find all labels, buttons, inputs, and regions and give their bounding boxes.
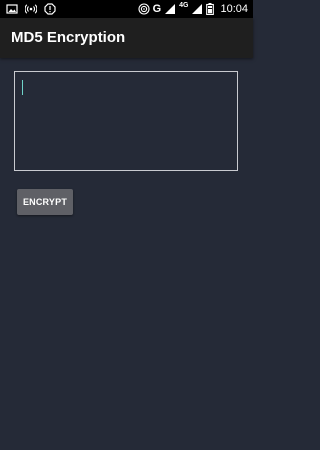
nfc-icon	[138, 3, 150, 15]
page-title: MD5 Encryption	[11, 29, 126, 46]
app-bar: MD5 Encryption	[0, 18, 253, 58]
encrypt-button[interactable]: ENCRYPT	[17, 189, 73, 215]
text-cursor	[22, 80, 23, 95]
status-bar: G 4G 10:04	[0, 0, 253, 18]
network-gen-label: 4G	[179, 2, 189, 9]
battery-icon	[206, 3, 215, 15]
clock: 10:04	[220, 3, 248, 15]
signal-icon	[191, 3, 203, 15]
alert-icon	[44, 3, 56, 15]
network-type-label: G	[152, 3, 162, 15]
text-input[interactable]	[14, 71, 238, 171]
signal-icon	[164, 3, 176, 15]
image-icon	[6, 3, 18, 15]
status-left-icons	[6, 3, 56, 15]
status-right-icons: G 4G 10:04	[138, 2, 248, 16]
wifi-hotspot-icon	[25, 3, 37, 15]
